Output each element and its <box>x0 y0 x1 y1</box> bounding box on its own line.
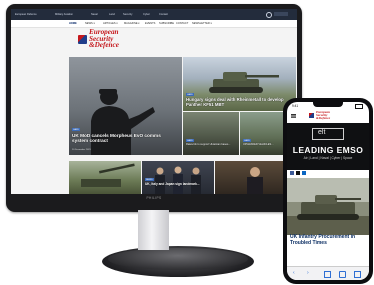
category-badge[interactable]: LAND <box>243 139 251 142</box>
advert-banner[interactable]: elt LEADING EMSO Air | Land | Naval | Cy… <box>287 123 369 170</box>
monitor-stand-base-top <box>108 248 248 270</box>
login-button[interactable] <box>274 12 288 16</box>
category-badge[interactable]: LAND <box>186 139 194 142</box>
ad-headline: LEADING EMSO <box>292 145 364 155</box>
main-article-tile[interactable]: LAND UK MoD cancels Morpheus EvO comms s… <box>69 57 182 155</box>
top-bar-item[interactable]: Naval <box>91 13 98 16</box>
main-menu: HOME NEWS ▾ ARTICLES ▾ MAGAZINE ▾ EVENTS… <box>11 20 297 28</box>
ad-logo-frame <box>312 128 344 140</box>
flag-icon <box>78 35 87 44</box>
category-badge[interactable]: LAND <box>186 93 194 96</box>
logo-text-3: &Defence <box>89 41 119 49</box>
top-bar-item[interactable]: Cyber <box>143 13 150 16</box>
category-badge[interactable]: LAND <box>72 128 80 131</box>
linkedin-icon[interactable] <box>302 171 306 175</box>
search-icon[interactable] <box>266 12 272 18</box>
phone-notch <box>313 102 343 107</box>
small-article-title[interactable]: Rakovnik to support Ukrainian bases... <box>186 143 238 147</box>
share-icon[interactable] <box>324 271 331 278</box>
flag-icon <box>309 113 314 118</box>
top-right-article-title[interactable]: Hungary signs deal with Rheinmetall to d… <box>186 97 294 108</box>
menu-news[interactable]: NEWS ▾ <box>85 22 95 25</box>
x-icon[interactable] <box>296 171 300 175</box>
facebook-icon[interactable] <box>290 171 294 175</box>
artillery-image <box>81 163 135 187</box>
status-time: 9:41 <box>292 104 299 108</box>
menu-contact[interactable]: CONTACT <box>176 22 188 25</box>
back-icon[interactable]: ‹ <box>293 270 298 276</box>
monitor-brand-label: PHILIPS <box>146 196 162 200</box>
article-date: 20 December 2023 <box>72 149 91 151</box>
phone-screen: 9:41 European Security &Defence elt LEAD… <box>287 102 369 280</box>
safari-toolbar: ‹ › <box>287 266 369 280</box>
bookmarks-icon[interactable] <box>339 271 346 278</box>
bottom-article-tile[interactable] <box>69 161 141 194</box>
phone-site-logo[interactable]: European Security &Defence <box>291 110 353 122</box>
phone-article-title[interactable]: UK Infantry Procurement in Troubled Time… <box>290 234 366 247</box>
ad-subline: Air | Land | Naval | Cyber | Space <box>303 156 353 160</box>
armoured-vehicle-image <box>287 178 369 235</box>
share-row <box>290 171 366 176</box>
menu-newsletter[interactable]: NEWSLETTER ▾ <box>192 22 212 25</box>
phone-logo-text-3: &Defence <box>316 116 331 121</box>
menu-events[interactable]: EVENTS <box>145 22 155 25</box>
menu-home[interactable]: HOME <box>69 22 77 25</box>
tabs-icon[interactable] <box>354 271 361 278</box>
small-article-tile[interactable]: LAND Rakovnik to support Ukrainian bases… <box>183 112 239 155</box>
battery-icon <box>355 104 363 109</box>
top-bar-item[interactable]: Land <box>109 13 115 16</box>
top-bar-item[interactable]: Security <box>123 13 132 16</box>
ad-brand: elt <box>318 129 326 136</box>
site-logo[interactable]: European Security &Defence <box>78 29 138 51</box>
bottom-article-tile[interactable]: NEWS UK, Italy and Japan sign landmark..… <box>142 161 214 194</box>
forward-icon[interactable]: › <box>307 270 312 276</box>
main-article-title[interactable]: UK MoD cancels Morpheus EvO comms system… <box>72 133 162 144</box>
menu-icon[interactable] <box>291 114 296 115</box>
desktop-screen: European Defence Military Aviation Naval… <box>11 9 297 194</box>
menu-articles[interactable]: ARTICLES ▾ <box>103 22 118 25</box>
phone-article-image[interactable] <box>287 178 369 235</box>
menu-magazine[interactable]: MAGAZINE ▾ <box>124 22 140 25</box>
site-top-bar: European Defence Military Aviation Naval… <box>11 9 297 20</box>
top-bar-item[interactable]: Military Aviation <box>55 13 73 16</box>
category-badge[interactable]: NEWS <box>145 178 154 181</box>
menu-subscribe[interactable]: SUBSCRIBE <box>159 22 174 25</box>
bottom-article-title[interactable]: UK, Italy and Japan sign landmark... <box>145 182 213 187</box>
top-right-article-tile[interactable]: LAND Hungary signs deal with Rheinmetall… <box>183 57 296 111</box>
monitor-stand-neck <box>138 210 169 250</box>
top-bar-item[interactable]: European Defence <box>15 13 37 16</box>
top-bar-item[interactable]: Contact <box>159 13 168 16</box>
